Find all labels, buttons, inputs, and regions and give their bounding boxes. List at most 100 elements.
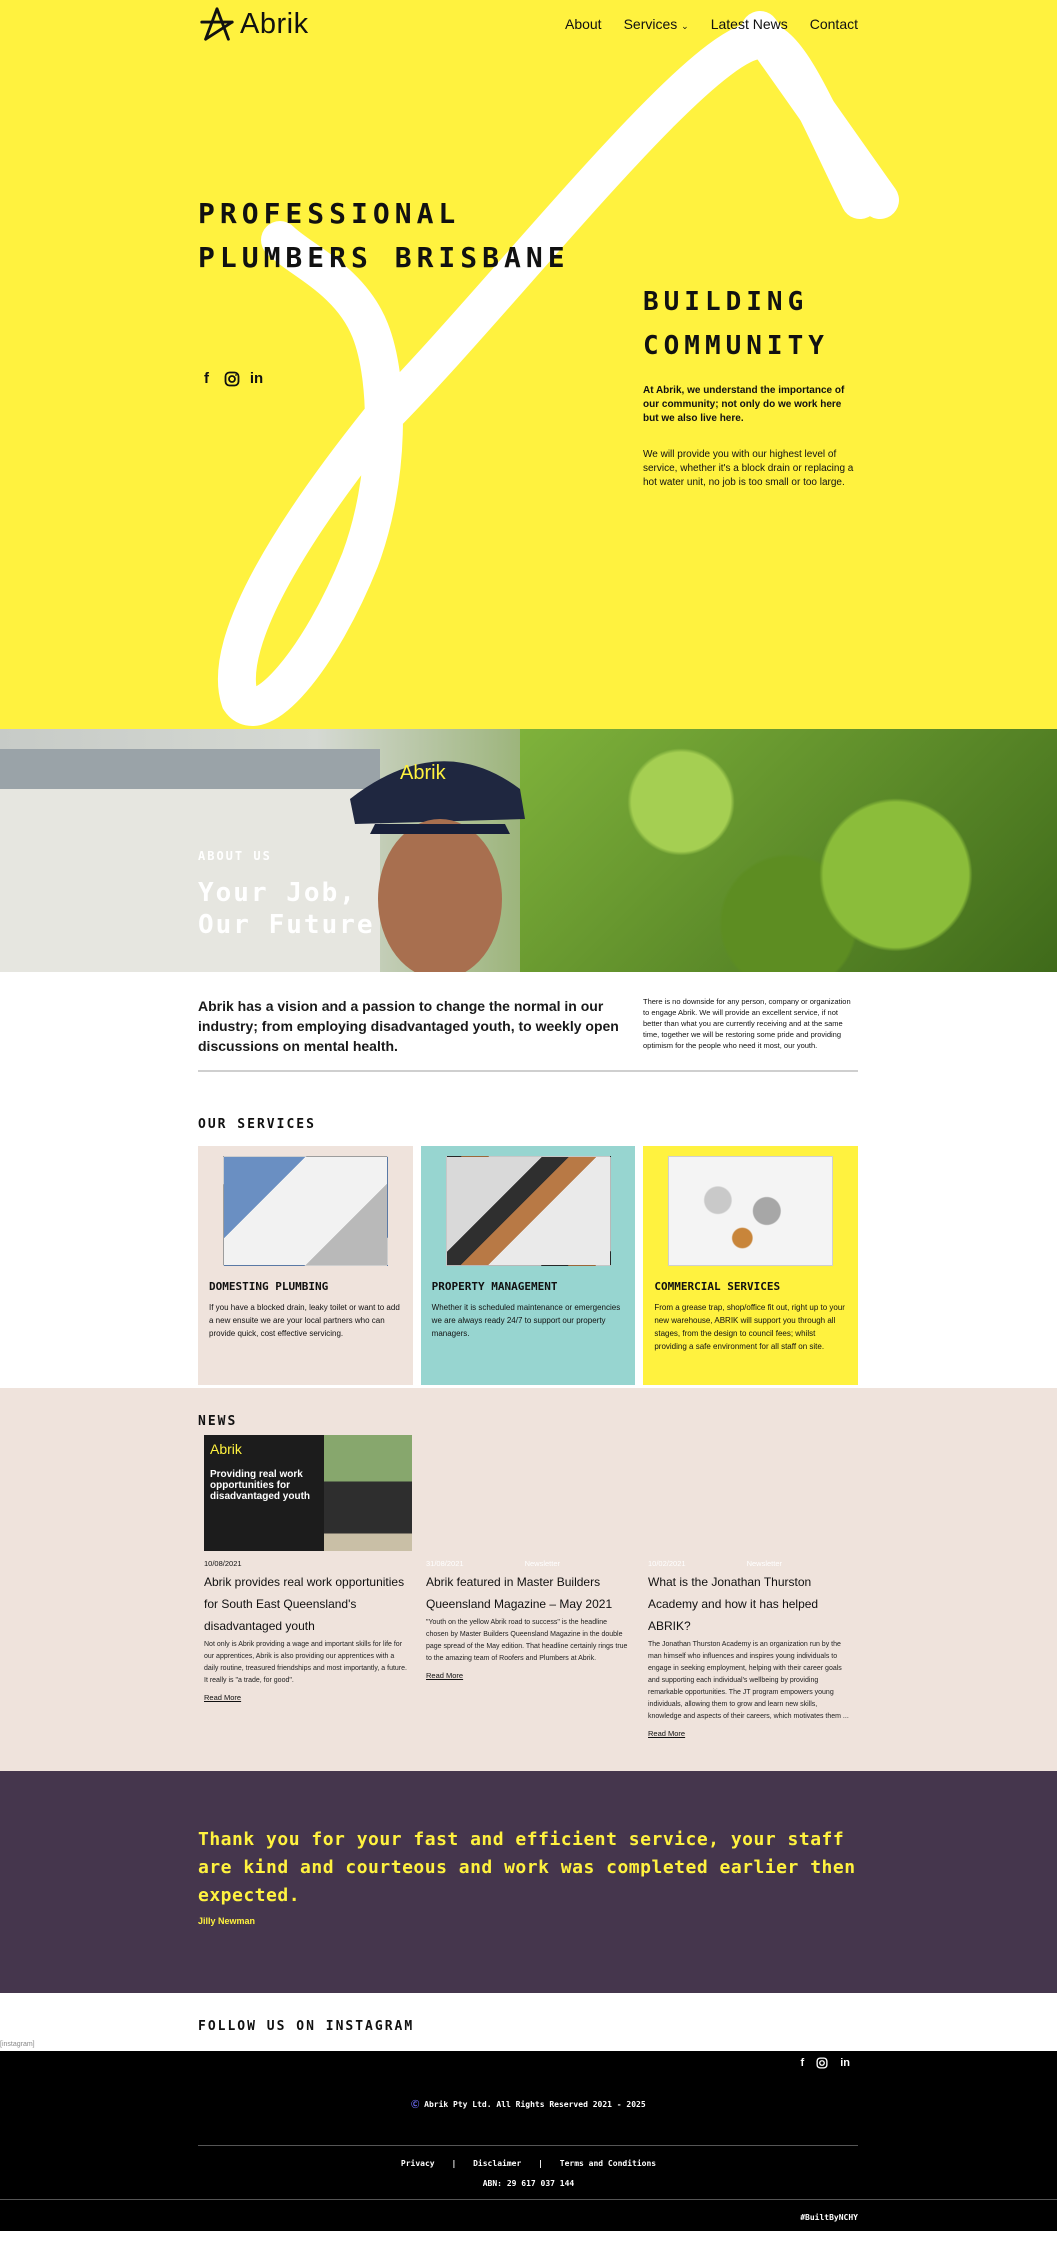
community-paragraph: At Abrik, we understand the importance o… [643, 385, 845, 424]
service-card-text: If you have a blocked drain, leaky toile… [209, 1303, 400, 1338]
hero-title-line1: PROFESSIONAL [198, 197, 461, 230]
service-card-text: From a grease trap, shop/office fit out,… [654, 1303, 845, 1351]
commercial-services-image [668, 1156, 834, 1266]
post-meta: 31/08/2021 Newsletter [426, 1559, 630, 1568]
logo[interactable]: Abrik [198, 5, 309, 43]
nav-item-services-label: Services [623, 16, 678, 32]
about-title: Your Job, Our Future [198, 877, 418, 941]
logo-text: Abrik [240, 7, 309, 40]
news-post: 10/02/2021 Newsletter What is the Jonath… [642, 1435, 852, 1741]
instagram-title: FOLLOW US ON INSTAGRAM [198, 2019, 415, 2034]
instagram-section: FOLLOW US ON INSTAGRAM [instagram] [0, 1993, 1057, 2051]
abn-number: ABN: 29 617 037 144 [482, 2179, 575, 2188]
testimonial-author: Jilly Newman [198, 1916, 256, 1926]
thumbnail-team-photo [324, 1435, 412, 1551]
news-post: Abrik Providing real work opportunities … [198, 1435, 412, 1741]
service-paragraph: We will provide you with our highest lev… [643, 449, 854, 488]
services-section: OUR SERVICES DOMESTING PLUMBING If you h… [0, 1105, 1057, 1388]
thumbnail-logo: Abrik [210, 1441, 242, 1457]
side-title-line2: COMMUNITY [643, 331, 829, 361]
thumbnail-overlay-text: Providing real work opportunities for di… [210, 1469, 311, 1502]
read-more-link[interactable]: Read More [426, 1671, 463, 1680]
instagram-icon[interactable] [223, 370, 240, 387]
service-card-title: DOMESTING PLUMBING [209, 1280, 329, 1293]
nav-item-contact[interactable]: Contact [810, 16, 858, 32]
news-section: NEWS Abrik Providing real work opportuni… [0, 1388, 1057, 1771]
nav-menu: About Services ⌄ Latest News Contact [565, 16, 858, 32]
property-management-image [445, 1156, 611, 1266]
post-date: 10/02/2021 [648, 1559, 686, 1568]
side-title-line1: BUILDING [643, 287, 809, 317]
instagram-icon[interactable] [816, 2057, 828, 2075]
hero-title-line2: PLUMBERS BRISBANE [198, 241, 570, 274]
main-nav: Abrik About Services ⌄ Latest News Conta… [198, 0, 858, 48]
news-post: 31/08/2021 Newsletter Abrik featured in … [420, 1435, 630, 1741]
post-excerpt: Not only is Abrik providing a wage and i… [204, 1641, 407, 1684]
post-title[interactable]: Abrik provides real work opportunities f… [204, 1571, 408, 1637]
service-card-domestic[interactable]: DOMESTING PLUMBING If you have a blocked… [198, 1146, 413, 1385]
hero-social-links: f in [198, 370, 265, 387]
intro-lead: Abrik has a vision and a passion to chan… [198, 998, 619, 1054]
copyright-text: Abrik Pty Ltd. All Rights Reserved 2021 … [424, 2100, 646, 2109]
copyright: Ⓒ Abrik Pty Ltd. All Rights Reserved 202… [0, 2075, 1057, 2145]
chevron-down-icon: ⌄ [681, 21, 689, 31]
nav-item-latest-news[interactable]: Latest News [711, 16, 788, 32]
about-title-line2: Our Future [198, 910, 375, 940]
service-cards: DOMESTING PLUMBING If you have a blocked… [198, 1146, 859, 1385]
news-post-thumbnail-empty [648, 1435, 852, 1551]
footer: f in Ⓒ Abrik Pty Ltd. All Rights Reserve… [0, 2051, 1057, 2231]
footer-legal-links: Privacy | Disclaimer | Terms and Conditi… [0, 2146, 1057, 2179]
post-title[interactable]: What is the Jonathan Thurston Academy an… [648, 1571, 852, 1637]
disclaimer-link[interactable]: Disclaimer [473, 2159, 521, 2168]
news-title: NEWS [198, 1414, 238, 1429]
news-posts: Abrik Providing real work opportunities … [198, 1435, 858, 1741]
read-more-link[interactable]: Read More [648, 1729, 685, 1738]
intro-side-text: There is no downside for any person, com… [643, 997, 851, 1050]
services-title: OUR SERVICES [198, 1117, 316, 1132]
post-date: 31/08/2021 [426, 1559, 464, 1568]
testimonial-quote: Thank you for your fast and efficient se… [198, 1829, 856, 1906]
thumbnail-overlay-panel: Abrik Providing real work opportunities … [204, 1435, 324, 1551]
hero-swirl-graphic [217, 11, 899, 726]
section-divider [198, 1070, 858, 1072]
link-separator: | [451, 2159, 457, 2168]
tree-background [520, 729, 1057, 972]
nav-item-about[interactable]: About [565, 16, 602, 32]
post-meta: 10/08/2021 [204, 1559, 408, 1568]
service-card-commercial[interactable]: COMMERCIAL SERVICES From a grease trap, … [643, 1146, 859, 1385]
copyright-icon: Ⓒ [411, 2100, 420, 2109]
service-card-text: Whether it is scheduled maintenance or e… [431, 1303, 621, 1338]
hero-title: PROFESSIONAL PLUMBERS BRISBANE [198, 192, 598, 280]
service-card-title: COMMERCIAL SERVICES [654, 1280, 781, 1293]
post-category[interactable]: Newsletter [747, 1559, 782, 1568]
service-card-title: PROPERTY MANAGEMENT [431, 1280, 558, 1293]
built-by-hashtag[interactable]: #BuiltByNCHY [198, 2200, 858, 2222]
privacy-link[interactable]: Privacy [401, 2159, 435, 2168]
about-title-line1: Your Job, [198, 878, 357, 908]
intro-section: Abrik has a vision and a passion to chan… [0, 972, 1057, 1105]
nav-item-services[interactable]: Services ⌄ [624, 16, 689, 32]
post-date: 10/08/2021 [204, 1559, 242, 1568]
news-post-thumbnail[interactable]: Abrik Providing real work opportunities … [204, 1435, 412, 1551]
post-title[interactable]: Abrik featured in Master Builders Queens… [426, 1571, 630, 1615]
domestic-plumbing-image [222, 1156, 388, 1266]
linkedin-icon[interactable]: in [248, 370, 265, 387]
post-excerpt: The Jonathan Thurston Academy is an orga… [648, 1641, 849, 1720]
read-more-link[interactable]: Read More [204, 1693, 241, 1702]
post-category[interactable]: Newsletter [525, 1559, 560, 1568]
hero-section: Abrik About Services ⌄ Latest News Conta… [0, 0, 1057, 729]
footer-social-links: f in [198, 2051, 858, 2075]
service-card-property[interactable]: PROPERTY MANAGEMENT Whether it is schedu… [420, 1146, 636, 1385]
instagram-feed-placeholder: [instagram] [0, 2041, 35, 2048]
post-meta: 10/02/2021 Newsletter [648, 1559, 852, 1568]
facebook-icon[interactable]: f [801, 2057, 805, 2075]
terms-link[interactable]: Terms and Conditions [560, 2159, 656, 2168]
facebook-icon[interactable]: f [198, 370, 215, 387]
news-post-thumbnail-empty [426, 1435, 630, 1551]
building-community-title: BUILDING COMMUNITY [643, 280, 863, 368]
link-separator: | [538, 2159, 543, 2168]
linkedin-icon[interactable]: in [840, 2057, 850, 2075]
abrik-star-logo-icon [200, 7, 234, 41]
about-banner: Abrik ABOUT US Your Job, Our Future [0, 729, 1057, 972]
cap-logo-text: Abrik [400, 762, 447, 784]
